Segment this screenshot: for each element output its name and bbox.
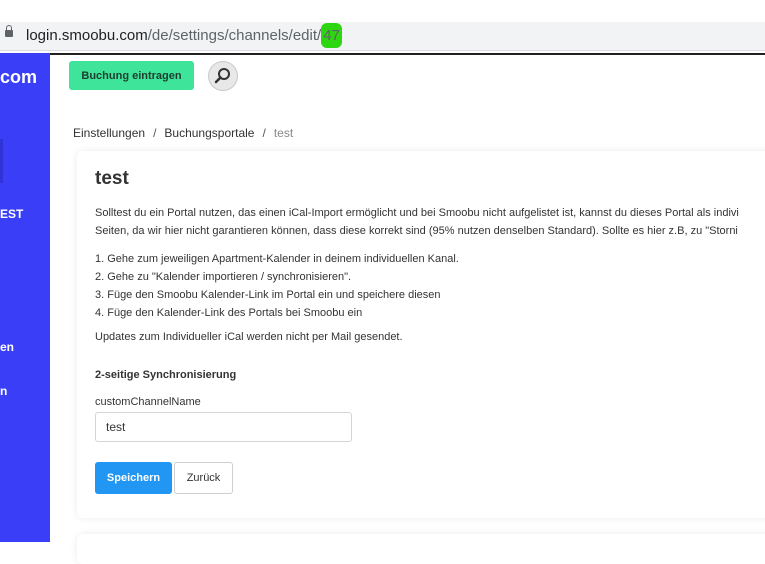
search-icon	[214, 68, 230, 84]
breadcrumb-booking-portals[interactable]: Buchungsportale	[164, 126, 254, 140]
url-path: /de/settings/channels/edit/	[147, 27, 322, 44]
back-button[interactable]: Zurück	[174, 462, 233, 494]
search-button[interactable]	[208, 61, 238, 91]
instruction-steps: 1. Gehe zum jeweiligen Apartment-Kalende…	[95, 250, 459, 322]
sidebar-active-marker	[0, 139, 3, 183]
sidebar-item-account[interactable]: EST	[0, 207, 23, 221]
breadcrumb: Einstellungen / Buchungsportale / test	[73, 126, 293, 140]
intro-line-2: Seiten, da wir hier nicht garantieren kö…	[95, 225, 738, 237]
add-booking-button[interactable]: Buchung eintragen	[69, 61, 194, 90]
next-card	[77, 534, 765, 564]
step-item: 4. Füge den Kalender-Link des Portals be…	[95, 307, 363, 319]
brand-logo-text[interactable]: com	[0, 67, 37, 88]
breadcrumb-current: test	[273, 126, 294, 140]
url-text[interactable]: login.smoobu.com/de/settings/channels/ed…	[26, 23, 342, 48]
step-item: 2. Gehe zu "Kalender importieren / synch…	[95, 271, 352, 283]
page-title: test	[95, 168, 129, 189]
update-note: Updates zum Individueller iCal werden ni…	[95, 331, 403, 343]
lock-icon	[5, 25, 13, 37]
sidebar-item-2[interactable]: en	[0, 340, 14, 354]
url-host: login.smoobu.com	[26, 27, 148, 44]
intro-line-1: Solltest du ein Portal nutzen, das einen…	[95, 207, 739, 219]
breadcrumb-settings[interactable]: Einstellungen	[73, 126, 145, 140]
step-item: 3. Füge den Smoobu Kalender-Link im Port…	[95, 289, 441, 301]
custom-channel-name-input[interactable]	[95, 412, 352, 442]
sidebar: com EST en n	[0, 53, 50, 542]
intro-text: Solltest du ein Portal nutzen, das einen…	[95, 204, 765, 240]
step-item: 1. Gehe zum jeweiligen Apartment-Kalende…	[95, 253, 459, 265]
header-divider	[50, 53, 765, 55]
custom-channel-name-label: customChannelName	[95, 396, 201, 408]
channel-edit-card: test Solltest du ein Portal nutzen, das …	[77, 151, 765, 518]
breadcrumb-separator: /	[153, 126, 157, 140]
sidebar-item-3[interactable]: n	[0, 384, 7, 398]
breadcrumb-separator: /	[262, 126, 266, 140]
sync-section-title: 2-seitige Synchronisierung	[95, 369, 237, 381]
browser-url-bar[interactable]: login.smoobu.com/de/settings/channels/ed…	[0, 22, 765, 51]
url-id-highlight: 47	[321, 23, 342, 48]
save-button[interactable]: Speichern	[95, 462, 172, 494]
